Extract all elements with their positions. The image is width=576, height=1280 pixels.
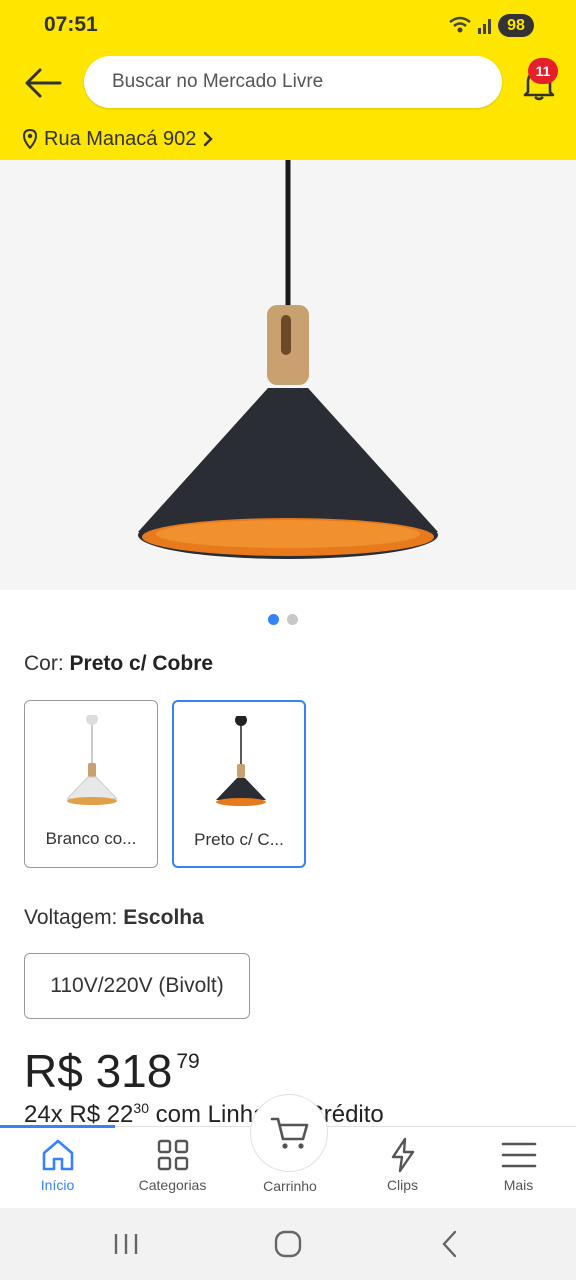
home-icon	[42, 1139, 74, 1171]
nav-more[interactable]: Mais	[461, 1127, 576, 1209]
color-selected-value: Preto c/ Cobre	[69, 652, 214, 675]
color-heading: Cor: Preto c/ Cobre	[24, 652, 213, 676]
back-arrow-icon[interactable]	[24, 66, 62, 100]
nav-more-label: Mais	[503, 1177, 534, 1193]
system-navigation-bar	[0, 1208, 576, 1280]
black-lamp-thumbnail	[216, 716, 266, 806]
color-label: Cor:	[24, 652, 64, 675]
product-image-gallery[interactable]	[0, 160, 576, 590]
product-price: R$ 318 79	[24, 1044, 200, 1098]
pendant-lamp-image	[138, 160, 438, 559]
delivery-location[interactable]: Rua Manacá 902	[22, 124, 214, 154]
installment-amount: 24x R$ 22	[24, 1101, 134, 1126]
nav-cart-label: Carrinho	[263, 1178, 317, 1194]
app-header: 07:51 98 11 Rua Manacá 902	[0, 0, 576, 160]
nav-clips-label: Clips	[386, 1177, 419, 1193]
nav-cart[interactable]	[250, 1094, 328, 1172]
voltage-heading: Voltagem: Escolha	[24, 906, 204, 930]
color-option-label: Branco co...	[45, 829, 137, 848]
price-cents: 79	[176, 1050, 200, 1073]
nav-home-label: Início	[40, 1177, 75, 1193]
voltage-label: Voltagem:	[24, 906, 118, 929]
gallery-dot-1[interactable]	[268, 614, 279, 625]
nav-home[interactable]: Início	[0, 1127, 115, 1209]
price-main: R$ 318	[24, 1045, 173, 1097]
home-button-icon[interactable]	[274, 1230, 302, 1258]
status-time: 07:51	[44, 13, 98, 36]
notification-badge: 11	[528, 58, 558, 84]
gallery-pagination	[268, 614, 298, 625]
grid-icon	[157, 1139, 189, 1171]
white-lamp-thumbnail	[65, 715, 119, 805]
battery-indicator: 98	[498, 14, 534, 37]
search-bar[interactable]	[84, 56, 502, 108]
search-input[interactable]	[112, 68, 472, 96]
recent-apps-icon[interactable]	[113, 1232, 139, 1256]
nav-clips[interactable]: Clips	[345, 1127, 460, 1209]
installment-cents: 30	[133, 1100, 149, 1116]
nav-categories[interactable]: Categorias	[115, 1127, 230, 1209]
location-pin-icon	[22, 129, 38, 149]
chevron-right-icon	[204, 131, 214, 147]
color-option-black[interactable]: Preto c/ C...	[172, 700, 306, 868]
system-back-icon[interactable]	[440, 1230, 458, 1258]
location-text: Rua Manacá 902	[44, 127, 197, 150]
voltage-option[interactable]: 110V/220V (Bivolt)	[24, 953, 250, 1019]
lightning-icon	[391, 1137, 415, 1173]
voltage-selected-value: Escolha	[123, 906, 204, 929]
status-bar: 07:51 98	[0, 0, 576, 50]
menu-icon	[501, 1142, 537, 1168]
nav-categories-label: Categorias	[138, 1177, 207, 1193]
color-option-white[interactable]: Branco co...	[24, 700, 158, 868]
color-option-label: Preto c/ C...	[194, 830, 284, 849]
wifi-signal-icon	[449, 16, 491, 34]
cart-icon	[270, 1117, 309, 1149]
gallery-dot-2[interactable]	[287, 614, 298, 625]
